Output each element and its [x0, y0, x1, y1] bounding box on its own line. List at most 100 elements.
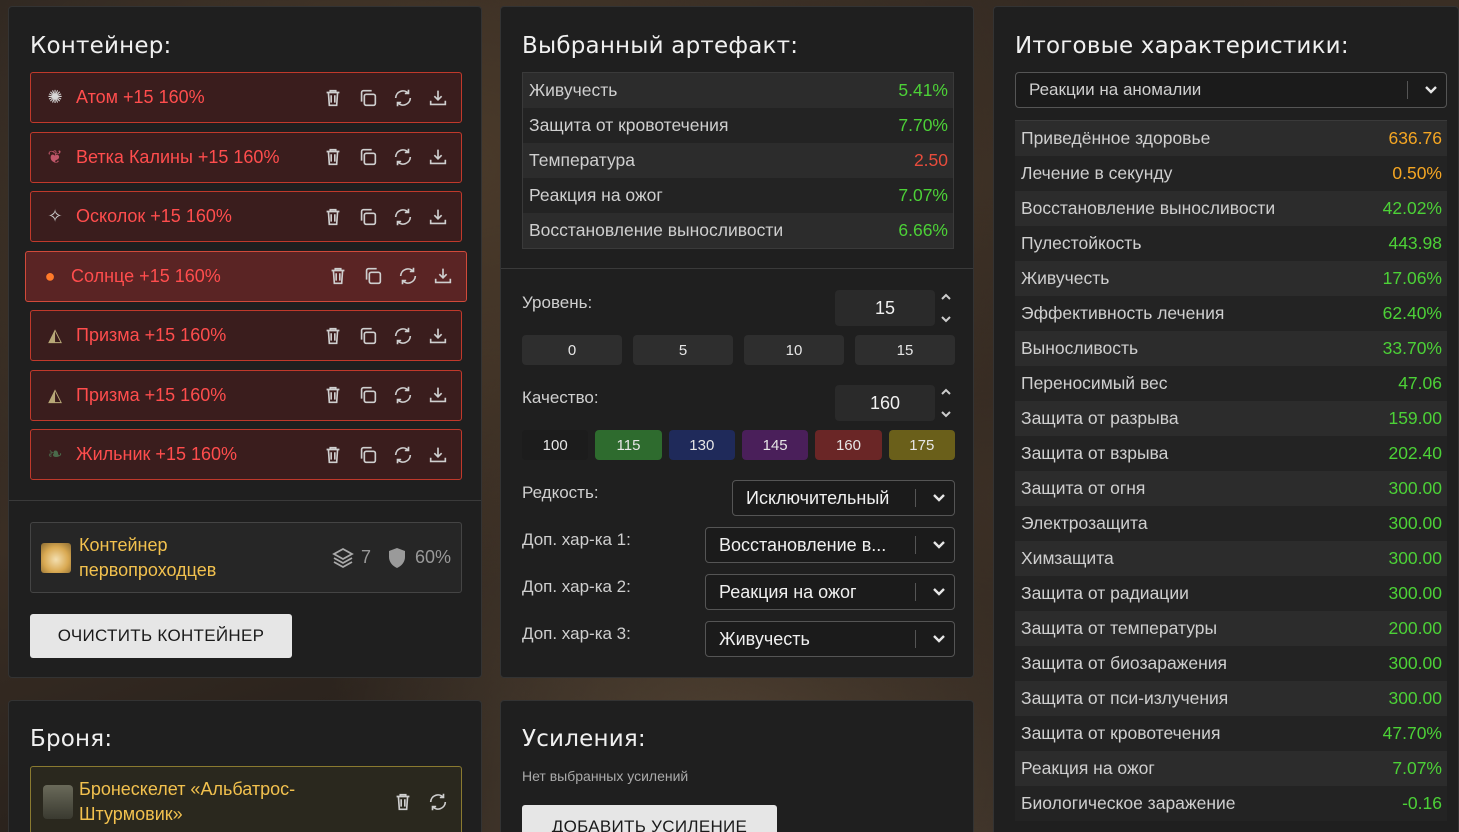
stat-name: Восстановление выносливости [529, 220, 784, 240]
armor-card[interactable]: Бронескелет «Альбатрос- Штурмовик» [30, 766, 462, 832]
download-icon [429, 447, 447, 462]
delete-artifact-button[interactable] [320, 382, 346, 408]
copy-artifact-button[interactable] [355, 323, 381, 349]
copy-artifact-button[interactable] [355, 144, 381, 170]
replace-artifact-button[interactable] [390, 442, 416, 468]
add-upgrade-button[interactable]: ДОБАВИТЬ УСИЛЕНИЕ [522, 805, 777, 832]
level-preset-button[interactable]: 10 [744, 335, 844, 365]
chevron-up-icon[interactable] [940, 387, 952, 397]
extra-stat-1-select[interactable]: Восстановление в... [705, 527, 955, 563]
export-artifact-button[interactable] [425, 442, 451, 468]
stat-row: Выносливость 33.70% [1015, 331, 1447, 366]
container-slots: 7 [331, 546, 371, 570]
quality-spinner[interactable] [939, 387, 953, 419]
clear-container-button[interactable]: ОЧИСТИТЬ КОНТЕЙНЕР [30, 614, 292, 658]
export-artifact-button[interactable] [425, 85, 451, 111]
stat-value: 300.00 [1388, 688, 1442, 708]
totals-title: Итоговые характеристики: [1015, 33, 1349, 59]
artifact-name: Атом +15 160% [76, 87, 205, 107]
quality-preset-button[interactable]: 115 [595, 430, 662, 460]
atom-icon: ✺ [47, 87, 63, 107]
swap-armor-button[interactable] [425, 789, 451, 815]
delete-artifact-button[interactable] [325, 263, 351, 289]
quality-input[interactable]: 160 [835, 385, 935, 421]
stat-value: 300.00 [1388, 583, 1442, 603]
extra-stat-2-select[interactable]: Реакция на ожог [705, 574, 955, 610]
trash-icon [326, 89, 340, 106]
sun-icon: ● [44, 265, 56, 286]
delete-artifact-button[interactable] [320, 85, 346, 111]
chevron-up-icon[interactable] [940, 292, 952, 302]
quality-preset-button[interactable]: 175 [888, 430, 955, 460]
stat-name: Лечение в секунду [1021, 163, 1173, 183]
armor-title: Броня: [30, 726, 113, 752]
delete-artifact-button[interactable] [320, 204, 346, 230]
stat-name: Реакция на ожог [529, 185, 663, 205]
totals-filter-select[interactable]: Реакции на аномалии [1015, 72, 1447, 108]
extra-stat-1-label: Доп. хар-ка 1: [522, 530, 631, 549]
trash-icon [331, 267, 345, 285]
rarity-select[interactable]: Исключительный [732, 480, 955, 516]
stat-name: Живучесть [1021, 268, 1110, 288]
stat-row: Эффективность лечения 62.40% [1015, 296, 1447, 331]
delete-artifact-button[interactable] [320, 442, 346, 468]
export-artifact-button[interactable] [425, 382, 451, 408]
export-artifact-button[interactable] [425, 204, 451, 230]
quality-preset-button[interactable]: 130 [668, 430, 735, 460]
container-card[interactable]: Контейнер первопроходцев 7 60% [30, 522, 462, 593]
download-icon [429, 149, 447, 165]
download-icon [429, 328, 447, 343]
level-preset-button[interactable]: 5 [633, 335, 733, 365]
quality-preset-button[interactable]: 100 [522, 430, 589, 460]
divider [9, 500, 481, 501]
replace-artifact-button[interactable] [395, 263, 421, 289]
quality-preset-button[interactable]: 145 [741, 430, 809, 460]
level-spinner[interactable] [939, 292, 953, 324]
artifact-row[interactable]: ✺ Атом +15 160% [30, 72, 462, 123]
stat-row: Защита от кровотечения 7.70% [523, 108, 953, 143]
artifact-row[interactable]: ❧ Жильник +15 160% [30, 429, 462, 480]
chevron-down-icon[interactable] [940, 314, 952, 324]
copy-artifact-button[interactable] [355, 204, 381, 230]
replace-artifact-button[interactable] [390, 204, 416, 230]
copy-artifact-button[interactable] [355, 442, 381, 468]
delete-artifact-button[interactable] [320, 323, 346, 349]
trash-icon [396, 793, 410, 811]
trash-icon [326, 208, 340, 225]
artifact-row[interactable]: ✧ Осколок +15 160% [30, 191, 462, 242]
delete-artifact-button[interactable] [320, 144, 346, 170]
refresh-icon [394, 327, 412, 344]
chevron-down-icon[interactable] [940, 409, 952, 419]
quality-preset-button[interactable]: 160 [815, 430, 882, 460]
artifact-row[interactable]: ◭ Призма +15 160% [30, 310, 462, 361]
stat-row: Реакция на ожог 7.07% [523, 178, 953, 213]
stat-name: Защита от взрыва [1021, 443, 1169, 463]
trash-icon [326, 386, 340, 404]
level-preset-button[interactable]: 15 [855, 335, 955, 365]
replace-artifact-button[interactable] [390, 323, 416, 349]
delete-armor-button[interactable] [390, 789, 416, 815]
export-artifact-button[interactable] [425, 144, 451, 170]
stat-row: Защита от пси-излучения 300.00 [1015, 681, 1447, 716]
stat-row: Электрозащита 300.00 [1015, 506, 1447, 541]
stat-name: Восстановление выносливости [1021, 198, 1276, 218]
refresh-icon [429, 793, 447, 811]
chevron-down-icon [933, 494, 945, 502]
copy-artifact-button[interactable] [360, 263, 386, 289]
export-artifact-button[interactable] [430, 263, 456, 289]
artifact-row[interactable]: ◭ Призма +15 160% [30, 369, 462, 421]
stat-row: Реакция на ожог 7.07% [1015, 751, 1447, 786]
artifact-row[interactable]: ❦ Ветка Калины +15 160% [30, 131, 462, 183]
stat-name: Биологическое заражение [1021, 793, 1236, 813]
stat-name: Реакция на ожог [1021, 758, 1155, 778]
extra-stat-3-select[interactable]: Живучесть [705, 621, 955, 657]
copy-artifact-button[interactable] [355, 382, 381, 408]
copy-artifact-button[interactable] [355, 85, 381, 111]
replace-artifact-button[interactable] [390, 85, 416, 111]
level-input[interactable]: 15 [835, 290, 935, 326]
export-artifact-button[interactable] [425, 323, 451, 349]
artifact-row[interactable]: ● Солнце +15 160% [25, 250, 467, 302]
replace-artifact-button[interactable] [390, 144, 416, 170]
level-preset-button[interactable]: 0 [522, 335, 622, 365]
replace-artifact-button[interactable] [390, 382, 416, 408]
